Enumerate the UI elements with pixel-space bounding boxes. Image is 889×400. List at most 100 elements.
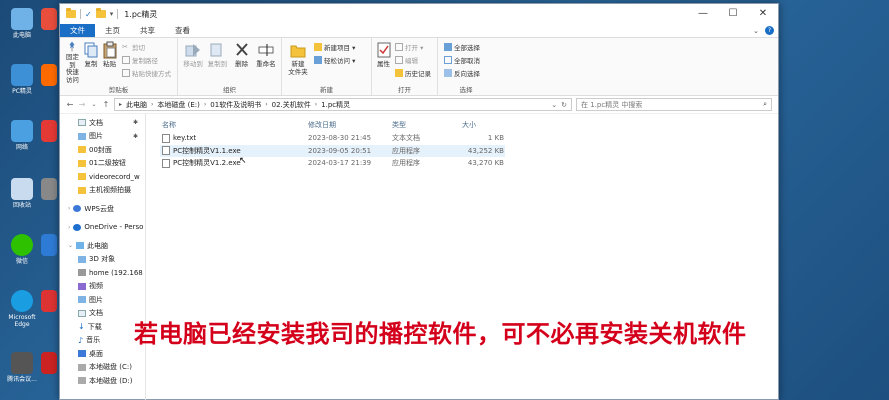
desktop-icon-partial-5[interactable] bbox=[40, 234, 58, 258]
nav-item-drive-c[interactable]: 本地磁盘 (C:) bbox=[60, 361, 145, 375]
nav-item-folder[interactable]: 00封面 bbox=[60, 143, 145, 157]
desktop-icon-partial-1[interactable] bbox=[40, 8, 58, 32]
new-folder-button[interactable]: 新建 文件夹 bbox=[285, 41, 311, 84]
desktop-icon-partial-3[interactable] bbox=[40, 120, 58, 144]
edit-button[interactable]: 编辑 bbox=[395, 55, 431, 65]
cut-button[interactable]: ✂ 剪切 bbox=[122, 42, 171, 52]
delete-button[interactable]: 删除 bbox=[230, 41, 254, 84]
back-arrow-icon[interactable]: ← bbox=[66, 100, 74, 109]
new-folder-icon[interactable] bbox=[95, 8, 106, 18]
desktop-icon-partial-6[interactable] bbox=[40, 290, 58, 314]
help-icon[interactable]: ? bbox=[765, 26, 774, 35]
nav-item-desktop[interactable]: 桌面 bbox=[60, 347, 145, 361]
nav-item-folder[interactable]: 01二级按钮 bbox=[60, 157, 145, 171]
minimize-button[interactable]: — bbox=[688, 4, 718, 24]
copy-button[interactable]: 复制 bbox=[82, 41, 101, 84]
nav-item-folder[interactable]: 主机视频拍摄 bbox=[60, 184, 145, 198]
copy-to-icon bbox=[210, 43, 222, 57]
open-icon bbox=[395, 43, 403, 51]
move-to-button[interactable]: 移动到 bbox=[181, 41, 205, 84]
breadcrumb-software[interactable]: 01软件及说明书 bbox=[210, 100, 261, 110]
easy-access-button[interactable]: 轻松访问 ▾ bbox=[314, 55, 355, 65]
nav-item-drive-d[interactable]: 本地磁盘 (D:) bbox=[60, 374, 145, 388]
desktop-icon-partial-4[interactable] bbox=[40, 178, 58, 202]
file-row[interactable]: PC控制精灵V1.1.exe 2023-09-05 20:51 应用程序 43,… bbox=[160, 144, 505, 157]
content-area: 文档 ✱ 图片 ✱ 00封面 01二级按钮 videorecord_w 主机视频拍摄… bbox=[60, 114, 778, 400]
breadcrumb-this-pc[interactable]: 此电脑 bbox=[126, 100, 147, 110]
app-icon bbox=[41, 178, 57, 200]
refresh-icon[interactable]: ↻ bbox=[561, 101, 567, 109]
desktop-icon-pc-sprite[interactable]: PC精灵 bbox=[2, 64, 42, 95]
forward-arrow-icon[interactable]: → bbox=[78, 100, 86, 109]
paste-button[interactable]: 粘贴 bbox=[100, 41, 119, 84]
desktop-icon-partial-2[interactable] bbox=[40, 64, 58, 88]
pictures-icon bbox=[78, 132, 86, 140]
desktop-icon-wechat[interactable]: 微信 bbox=[2, 234, 42, 265]
navigation-pane: 文档 ✱ 图片 ✱ 00封面 01二级按钮 videorecord_w 主机视频拍摄… bbox=[60, 114, 146, 400]
nav-item-downloads[interactable]: ↓ 下载 bbox=[60, 320, 145, 334]
nav-item-3d-objects[interactable]: 3D 对象 bbox=[60, 253, 145, 267]
chevron-down-icon[interactable]: ⌄ bbox=[551, 101, 557, 109]
desktop-icon-this-pc[interactable]: 此电脑 bbox=[2, 8, 42, 39]
shortcut-icon bbox=[122, 69, 131, 77]
tab-file[interactable]: 文件 bbox=[60, 24, 95, 37]
pin-quick-access-button[interactable]: 固定到 快速访问 bbox=[63, 41, 82, 84]
properties-button[interactable]: 属性 bbox=[375, 41, 392, 84]
rename-button[interactable]: 重命名 bbox=[254, 41, 278, 84]
breadcrumb-drive-e[interactable]: 本地磁盘 (E:) bbox=[157, 100, 199, 110]
select-none-button[interactable]: 全部取消 bbox=[444, 55, 480, 65]
nav-item-network-home[interactable]: home (192.168 bbox=[60, 266, 145, 280]
group-label: 新建 bbox=[320, 86, 333, 94]
desktop-icon-meeting[interactable]: 腾讯会议... bbox=[2, 352, 42, 383]
close-button[interactable]: ✕ bbox=[748, 4, 778, 24]
expand-ribbon-icon[interactable]: ⌄ bbox=[753, 27, 759, 35]
maximize-button[interactable]: ☐ bbox=[718, 4, 748, 24]
nav-item-wps-cloud[interactable]: › WPS云盘 bbox=[60, 202, 145, 216]
nav-item-pictures[interactable]: 图片 bbox=[60, 293, 145, 307]
file-row[interactable]: key.txt 2023-08-30 21:45 文本文档 1 KB bbox=[160, 132, 505, 145]
nav-item-onedrive[interactable]: › OneDrive - Perso bbox=[60, 221, 145, 235]
chevron-down-icon[interactable]: ▾ bbox=[110, 10, 114, 18]
desktop-icon-edge[interactable]: Microsoft Edge bbox=[2, 290, 42, 328]
tab-home[interactable]: 主页 bbox=[95, 24, 130, 37]
nav-item-this-pc[interactable]: ⌄ 此电脑 bbox=[60, 239, 145, 253]
search-input[interactable]: 在 1.pc精灵 中搜索 ⌕ bbox=[576, 98, 772, 111]
up-arrow-icon[interactable]: ↑ bbox=[102, 100, 110, 109]
breadcrumb-pc-sprite[interactable]: 1.pc精灵 bbox=[321, 100, 350, 110]
desktop-icon-recycle-bin[interactable]: 回收站 bbox=[2, 178, 42, 209]
folder-icon bbox=[78, 173, 86, 181]
copy-path-button[interactable]: 复制路径 bbox=[122, 55, 171, 65]
invert-selection-button[interactable]: 反向选择 bbox=[444, 68, 480, 78]
new-item-button[interactable]: 新建项目 ▾ bbox=[314, 42, 355, 52]
tab-share[interactable]: 共享 bbox=[130, 24, 165, 37]
nav-item-videos[interactable]: 视频 bbox=[60, 280, 145, 294]
nav-item-pictures[interactable]: 图片 ✱ bbox=[60, 130, 145, 144]
folder-icon bbox=[66, 8, 76, 18]
column-header-date[interactable]: 修改日期 bbox=[308, 120, 392, 130]
nav-item-folder[interactable]: videorecord_w bbox=[60, 170, 145, 184]
column-header-type[interactable]: 类型 bbox=[392, 120, 462, 130]
breadcrumb-shutdown[interactable]: 02.关机软件 bbox=[272, 100, 311, 110]
column-header-size[interactable]: 大小 bbox=[462, 120, 504, 130]
app-icon bbox=[41, 120, 57, 142]
recent-chevron-icon[interactable]: ⌄ bbox=[90, 101, 98, 108]
desktop-icon-network[interactable]: 网络 bbox=[2, 120, 42, 151]
edge-icon bbox=[11, 290, 33, 312]
history-button[interactable]: 历史记录 bbox=[395, 68, 431, 78]
file-row[interactable]: PC控制精灵V1.2.exe 2024-03-17 21:39 应用程序 43,… bbox=[160, 157, 505, 170]
column-header-name[interactable]: 名称 bbox=[160, 120, 308, 130]
nav-item-documents[interactable]: 文档 ✱ bbox=[60, 116, 145, 130]
nav-item-music[interactable]: ♪ 音乐 bbox=[60, 334, 145, 348]
folder-icon bbox=[78, 186, 86, 194]
address-bar[interactable]: ▸ 此电脑 › 本地磁盘 (E:) › 01软件及说明书 › 02.关机软件 ›… bbox=[114, 98, 572, 111]
desktop-icon-partial-7[interactable] bbox=[40, 352, 58, 376]
chevron-right-icon: › bbox=[68, 205, 71, 213]
select-all-button[interactable]: 全部选择 bbox=[444, 42, 480, 52]
open-button[interactable]: 打开 ▾ bbox=[395, 42, 431, 52]
music-icon: ♪ bbox=[78, 335, 84, 345]
checkmark-icon[interactable]: ✓ bbox=[85, 10, 92, 19]
nav-item-documents[interactable]: 文档 bbox=[60, 307, 145, 321]
copy-to-button[interactable]: 复制到 bbox=[205, 41, 229, 84]
paste-shortcut-button[interactable]: 粘贴快捷方式 bbox=[122, 68, 171, 78]
tab-view[interactable]: 查看 bbox=[165, 24, 200, 37]
